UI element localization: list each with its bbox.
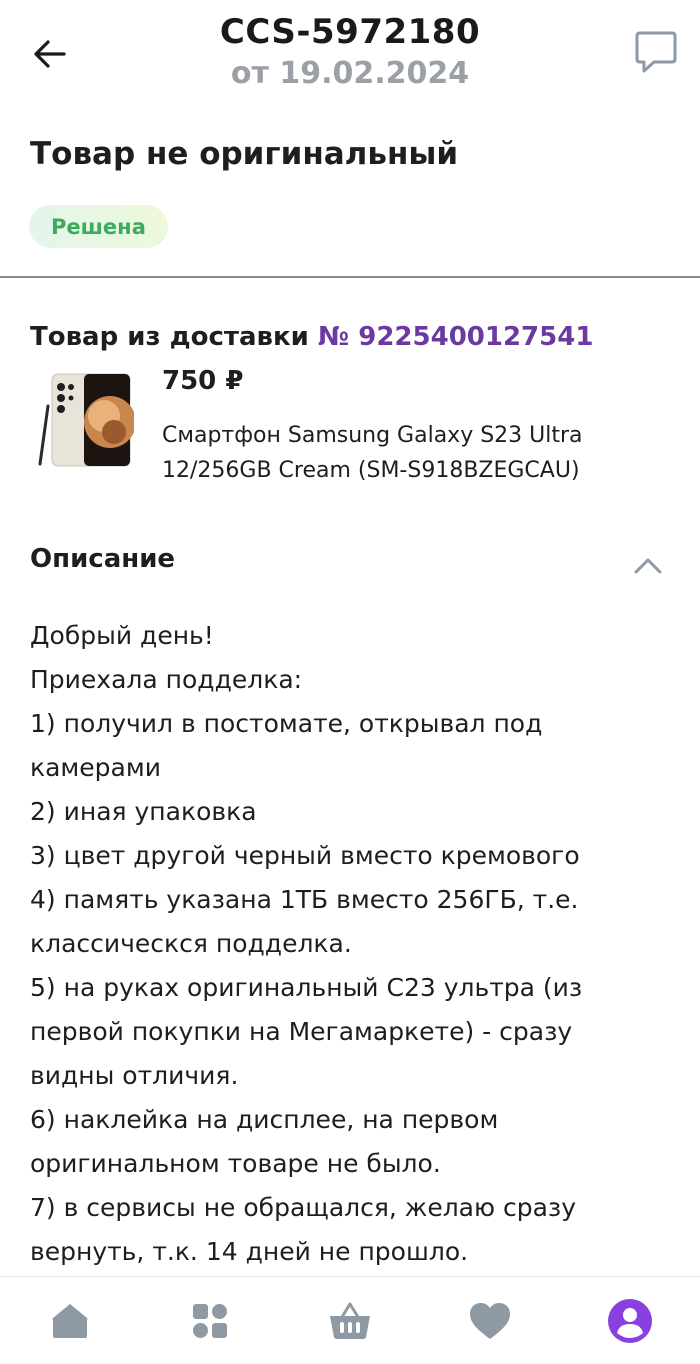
nav-catalog[interactable] xyxy=(186,1297,234,1345)
claim-title: Товар не оригинальный xyxy=(30,136,459,172)
claim-date: от 19.02.2024 xyxy=(230,56,470,91)
description-line: классическся подделка. xyxy=(30,929,352,958)
product-image[interactable] xyxy=(34,370,136,470)
chat-button[interactable] xyxy=(630,26,682,78)
product-name-line: 12/256GB Cream (SM-S918BZEGCAU) xyxy=(162,458,580,483)
nav-basket[interactable] xyxy=(326,1297,374,1345)
header: CCS-5972180 от 19.02.2024 xyxy=(0,0,700,110)
product-price: 750 ₽ xyxy=(162,366,244,396)
nav-home[interactable] xyxy=(46,1297,94,1345)
description-line: камерами xyxy=(30,753,161,782)
description-line: Приехала подделка: xyxy=(30,665,303,694)
delivery-line: Товар из доставки № 9225400127541 xyxy=(30,322,593,352)
delivery-number-link[interactable]: № 9225400127541 xyxy=(318,322,594,352)
bottom-nav xyxy=(0,1276,700,1364)
nav-favorites[interactable] xyxy=(466,1297,514,1345)
description-line: 6) наклейка на дисплее, на первом xyxy=(30,1105,499,1134)
heart-icon xyxy=(470,1303,510,1339)
product-name-line: Смартфон Samsung Galaxy S23 Ultra xyxy=(162,423,583,448)
chat-bubble-icon xyxy=(635,31,677,73)
product-name[interactable]: Смартфон Samsung Galaxy S23 Ultra 12/256… xyxy=(162,418,682,488)
status-badge: Решена xyxy=(29,205,168,248)
basket-icon xyxy=(330,1302,370,1339)
phone-image xyxy=(38,373,136,467)
description-line: оригинальном товаре не было. xyxy=(30,1149,441,1178)
description-line: первой покупки на Мегамаркете) - сразу xyxy=(30,1017,573,1046)
catalog-icon xyxy=(193,1304,227,1338)
profile-icon xyxy=(608,1299,652,1343)
collapse-description-button[interactable] xyxy=(628,546,668,586)
description-line: Добрый день! xyxy=(30,621,214,650)
claim-details-screen: CCS-5972180 от 19.02.2024 Товар не ориги… xyxy=(0,0,700,1364)
delivery-label: Товар из доставки xyxy=(30,322,309,352)
description-line: 7) в сервисы не обращался, желаю сразу xyxy=(30,1193,577,1222)
description-line: 1) получил в постомате, открывал под xyxy=(30,709,543,738)
divider xyxy=(0,276,700,278)
description-header[interactable]: Описание xyxy=(30,544,175,574)
description-line: 2) иная упаковка xyxy=(30,797,257,826)
claim-number: CCS-5972180 xyxy=(219,12,481,52)
nav-profile[interactable] xyxy=(606,1297,654,1345)
home-icon xyxy=(52,1304,88,1338)
description-line: 4) память указана 1ТБ вместо 256ГБ, т.е. xyxy=(30,885,579,914)
status-label: Решена xyxy=(51,214,146,239)
description-line: 5) на руках оригинальный С23 ультра (из xyxy=(30,973,583,1002)
chevron-up-icon xyxy=(634,558,662,574)
description-text: Добрый день! Приехала подделка: 1) получ… xyxy=(30,614,670,1274)
description-line: 3) цвет другой черный вместо кремового xyxy=(30,841,580,870)
description-line: вернуть, т.к. 14 дней не прошло. xyxy=(30,1237,469,1266)
description-line: видны отличия. xyxy=(30,1061,239,1090)
